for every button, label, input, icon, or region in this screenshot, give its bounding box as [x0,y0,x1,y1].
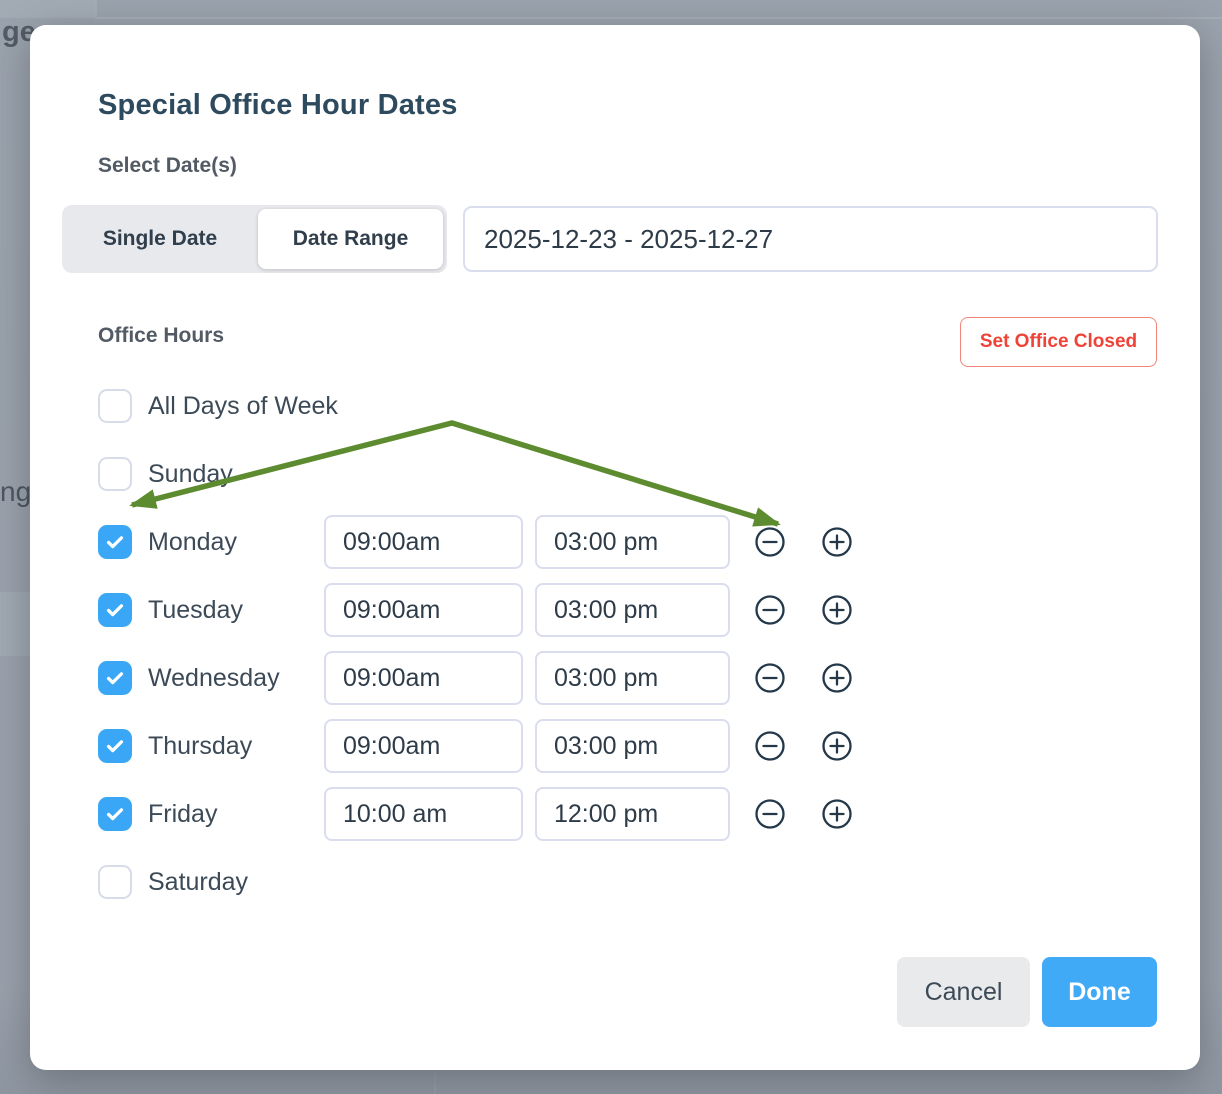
add-hours-button[interactable] [821,594,853,626]
day-label: Tuesday [148,596,243,625]
day-row: Thursday [68,712,1162,780]
remove-hours-button[interactable] [754,662,786,694]
day-row: Monday [68,508,1162,576]
start-time-input[interactable] [324,719,523,773]
end-time-input[interactable] [535,583,730,637]
background-divider [434,1070,436,1094]
start-time-input[interactable] [324,787,523,841]
add-hours-button[interactable] [821,526,853,558]
remove-hours-button[interactable] [754,526,786,558]
screen: ge ng Special Office Hour Dates Select D… [0,0,1222,1094]
done-button[interactable]: Done [1042,957,1157,1027]
minus-circle-icon [754,798,786,830]
day-row: All Days of Week [68,372,1162,440]
day-checkbox[interactable] [98,457,132,491]
day-checkbox[interactable] [98,729,132,763]
date-mode-toggle: Single Date Date Range [62,205,447,273]
day-checkbox[interactable] [98,797,132,831]
checkmark-icon [104,531,126,553]
minus-circle-icon [754,594,786,626]
day-label: Monday [148,528,237,557]
checkmark-icon [104,667,126,689]
office-hours-label: Office Hours [98,324,224,348]
background-divider [95,0,97,19]
plus-circle-icon [821,798,853,830]
dialog-title: Special Office Hour Dates [98,89,458,122]
date-range-tab[interactable]: Date Range [258,209,443,269]
add-hours-button[interactable] [821,730,853,762]
day-row: Sunday [68,440,1162,508]
cancel-button[interactable]: Cancel [897,957,1030,1027]
end-time-input[interactable] [535,651,730,705]
checkmark-icon [104,599,126,621]
background-divider [95,17,1222,19]
date-range-input[interactable] [463,206,1158,272]
day-label: All Days of Week [148,392,338,421]
add-hours-button[interactable] [821,798,853,830]
minus-circle-icon [754,730,786,762]
start-time-input[interactable] [324,515,523,569]
day-checkbox[interactable] [98,865,132,899]
day-rows: All Days of Week Sunday [68,372,1162,916]
special-office-hour-dates-dialog: Special Office Hour Dates Select Date(s)… [30,25,1200,1070]
day-checkbox[interactable] [98,525,132,559]
remove-hours-button[interactable] [754,798,786,830]
set-office-closed-button[interactable]: Set Office Closed [960,317,1157,367]
day-row: Saturday [68,848,1162,916]
select-dates-label: Select Date(s) [98,154,237,178]
remove-hours-button[interactable] [754,594,786,626]
checkmark-icon [104,735,126,757]
single-date-tab[interactable]: Single Date [62,205,258,273]
remove-hours-button[interactable] [754,730,786,762]
start-time-input[interactable] [324,583,523,637]
background-text-fragment: ng [0,476,31,508]
minus-circle-icon [754,662,786,694]
plus-circle-icon [821,662,853,694]
plus-circle-icon [821,526,853,558]
day-label: Thursday [148,732,252,761]
day-row: Friday [68,780,1162,848]
day-row: Tuesday [68,576,1162,644]
checkmark-icon [104,803,126,825]
day-checkbox[interactable] [98,661,132,695]
add-hours-button[interactable] [821,662,853,694]
day-row: Wednesday [68,644,1162,712]
start-time-input[interactable] [324,651,523,705]
day-checkbox[interactable] [98,593,132,627]
day-label: Wednesday [148,664,280,693]
day-label: Friday [148,800,217,829]
minus-circle-icon [754,526,786,558]
end-time-input[interactable] [535,719,730,773]
end-time-input[interactable] [535,787,730,841]
day-label: Saturday [148,868,248,897]
plus-circle-icon [821,594,853,626]
day-checkbox[interactable] [98,389,132,423]
plus-circle-icon [821,730,853,762]
end-time-input[interactable] [535,515,730,569]
day-label: Sunday [148,460,233,489]
